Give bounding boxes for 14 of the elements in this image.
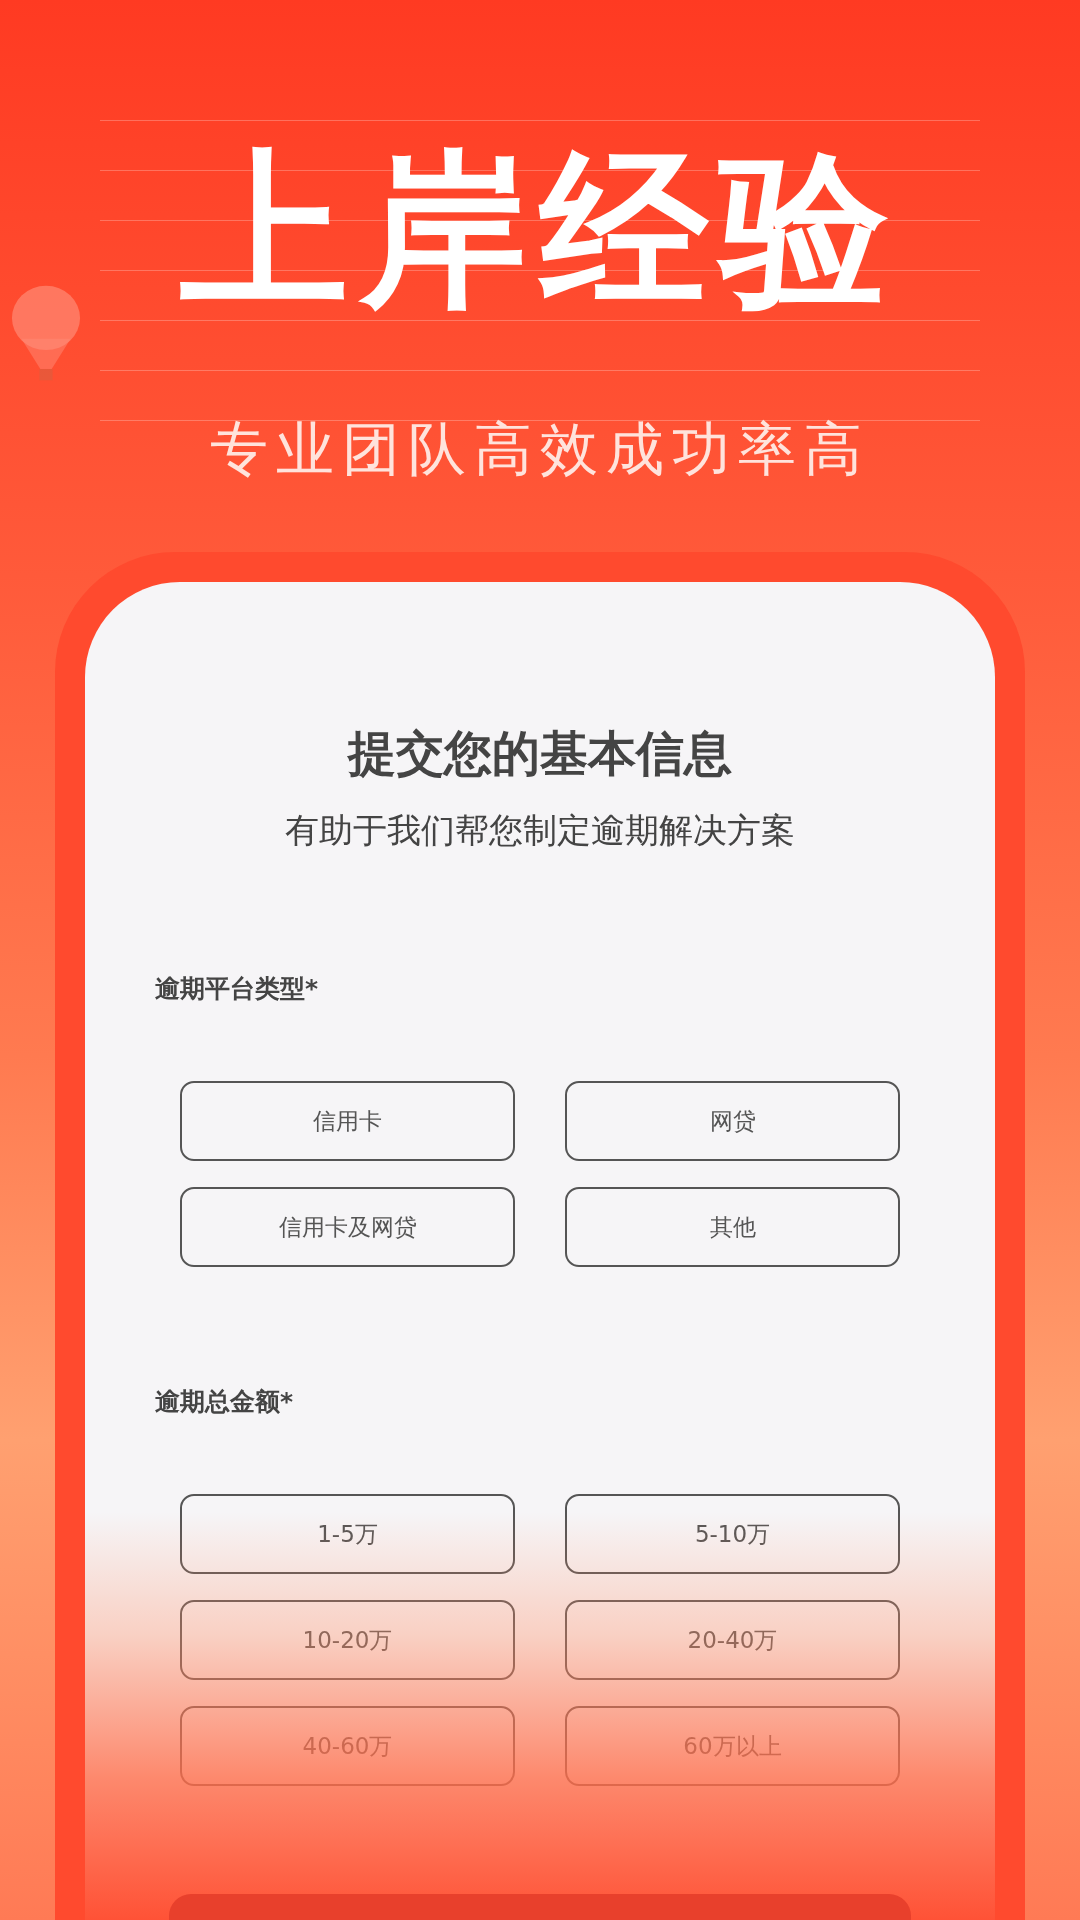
option-button[interactable]: 网贷 (565, 1081, 900, 1161)
option-button[interactable]: 信用卡及网贷 (180, 1187, 515, 1267)
option-button[interactable]: 1-5万 (180, 1494, 515, 1574)
form-title: 提交您的基本信息 (348, 724, 732, 783)
form-subtitle: 有助于我们帮您制定逾期解决方案 (285, 809, 795, 852)
tagline: 专业团队高效成功率高 (210, 414, 870, 484)
option-button[interactable]: 10-20万 (180, 1600, 515, 1680)
option-button[interactable]: 其他 (565, 1187, 900, 1267)
section-label: 逾期平台类型* (155, 973, 319, 1005)
option-button[interactable]: 信用卡 (180, 1081, 515, 1161)
option-button[interactable]: 5-10万 (565, 1494, 900, 1574)
headline: 上岸经验 (180, 131, 900, 330)
section-label: 逾期总金额* (155, 1386, 294, 1418)
option-button[interactable]: 20-40万 (565, 1600, 900, 1680)
